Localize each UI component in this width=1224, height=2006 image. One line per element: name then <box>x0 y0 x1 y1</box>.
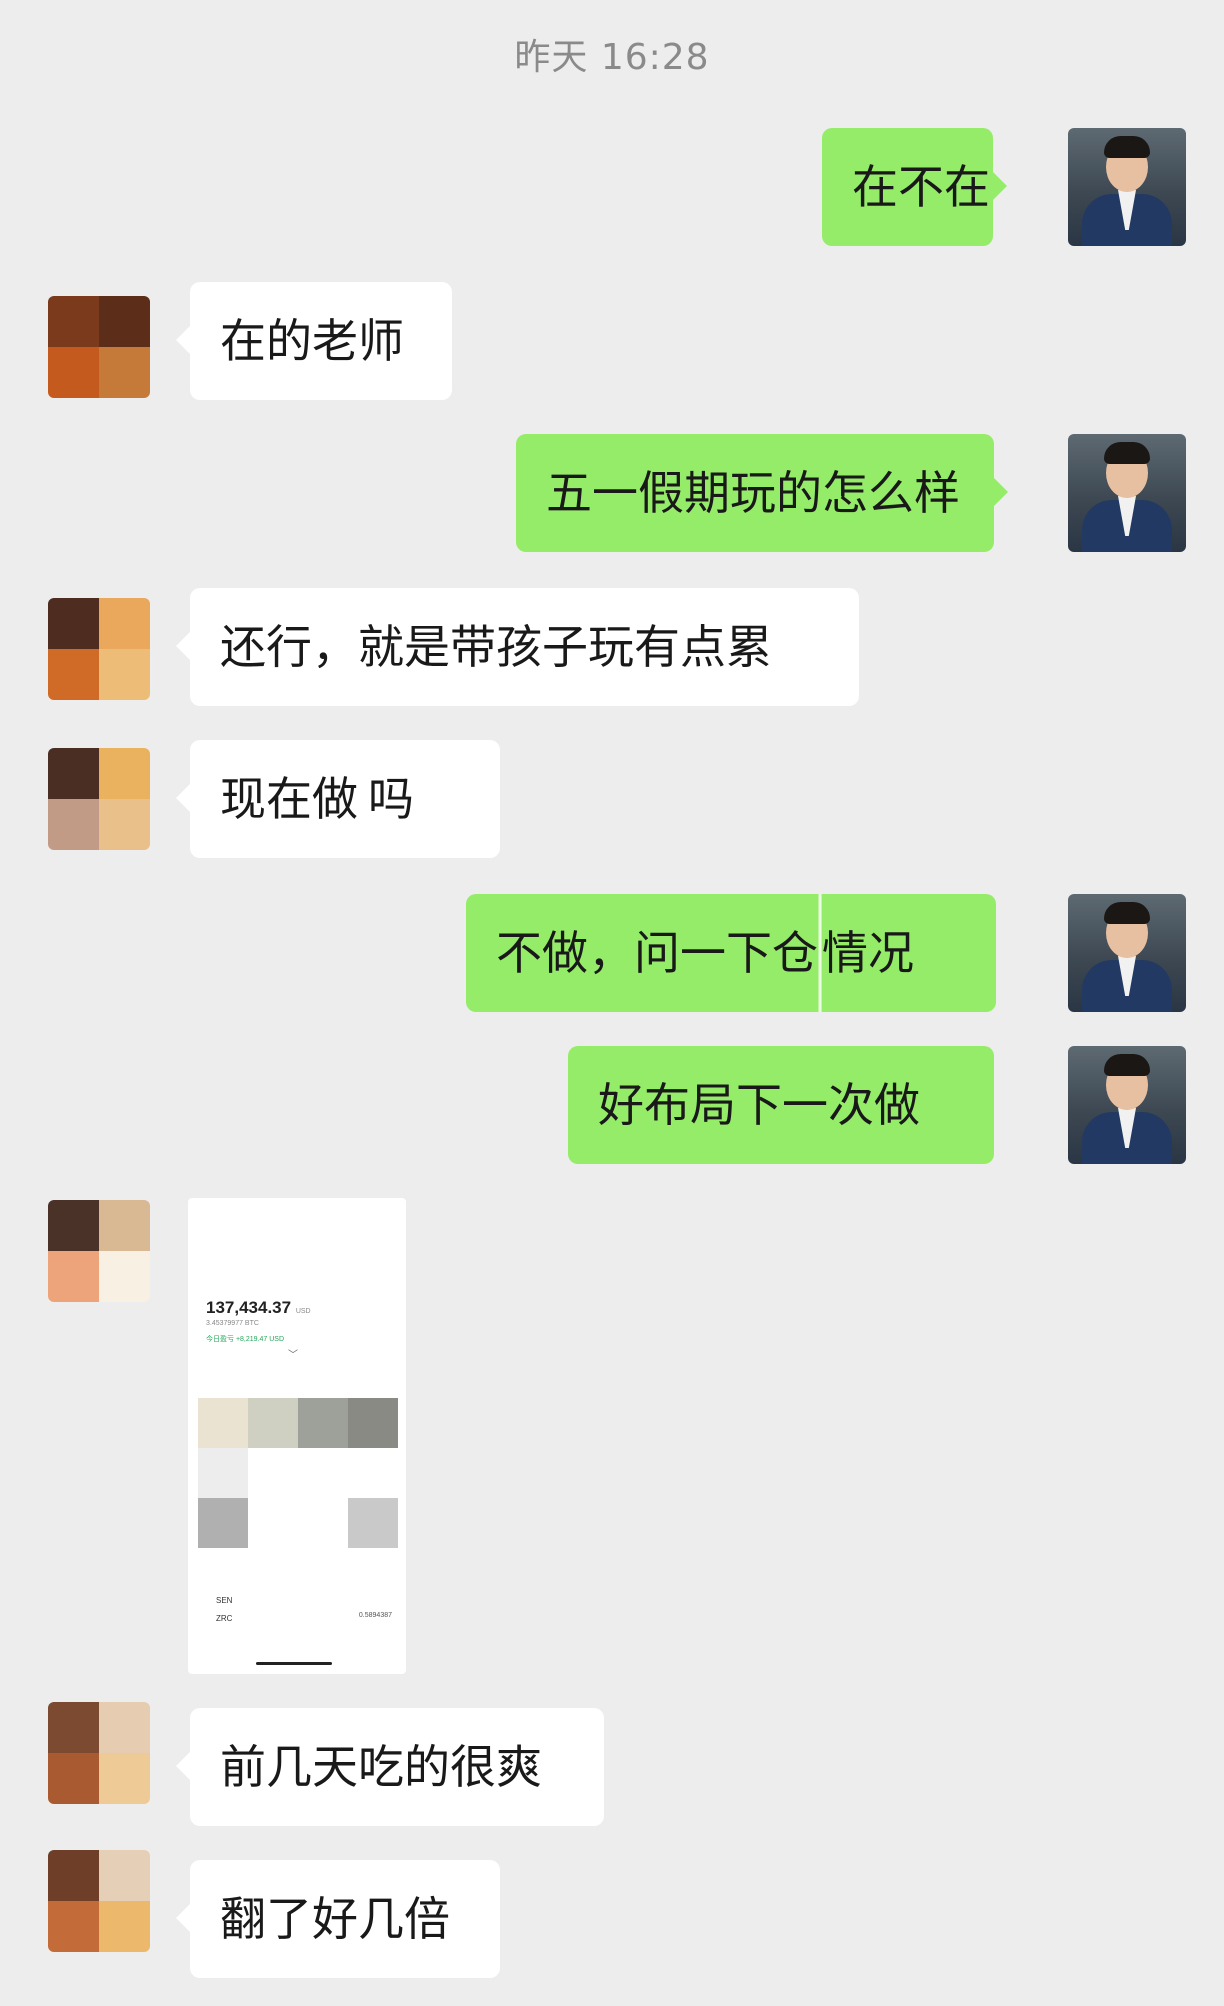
message-text: 五一假期玩的怎么样 <box>546 466 960 520</box>
pixelated-region <box>198 1398 398 1598</box>
contact-avatar[interactable] <box>48 1702 150 1804</box>
message-bubble-contact[interactable]: 翻了好几倍 <box>176 1860 500 1978</box>
message-bubble-me[interactable]: 好布局下一次做 <box>568 1046 994 1164</box>
message-text: 在的老师 <box>220 314 404 368</box>
message-bubble-contact[interactable]: 前几天吃的很爽 <box>176 1708 604 1826</box>
message-text: 现在做 <box>220 772 358 826</box>
contact-avatar[interactable] <box>48 748 150 850</box>
balance-btc: 3.45379977 BTC <box>206 1320 259 1327</box>
coin-value: 0.5894387 <box>358 1612 392 1619</box>
timestamp: 昨天 16:28 <box>514 37 710 78</box>
message-bubble-me[interactable]: 不做，问一下仓 情况 <box>466 894 996 1012</box>
contact-avatar[interactable] <box>48 598 150 700</box>
blurred-region <box>358 740 368 858</box>
message-bubble-contact[interactable]: 现在做 吗 <box>176 740 500 858</box>
message-bubble-contact[interactable]: 在的老师 <box>176 282 452 400</box>
message-text: 前几天吃的很爽 <box>220 1740 542 1794</box>
message-bubble-me[interactable]: 在不在 <box>822 128 1007 246</box>
my-avatar[interactable] <box>1068 894 1186 1012</box>
message-text: 情况 <box>822 926 914 980</box>
image-message[interactable]: 137,434.37 USD 3.45379977 BTC 今日盈亏 +8,21… <box>188 1198 406 1674</box>
my-avatar[interactable] <box>1068 1046 1186 1164</box>
my-avatar[interactable] <box>1068 434 1186 552</box>
contact-avatar[interactable] <box>48 1200 150 1302</box>
coin-name: ZRC <box>216 1614 233 1623</box>
coin-name: SEN <box>216 1596 233 1605</box>
message-bubble-contact[interactable]: 还行，就是带孩子玩有点累 <box>176 588 859 706</box>
message-text: 吗 <box>368 772 414 826</box>
contact-avatar[interactable] <box>48 1850 150 1952</box>
message-text: 好布局下一次做 <box>598 1078 920 1132</box>
my-avatar[interactable] <box>1068 128 1186 246</box>
message-text: 还行，就是带孩子玩有点累 <box>220 620 772 674</box>
chevron-down-icon: ﹀ <box>288 1350 298 1361</box>
message-text: 翻了好几倍 <box>220 1892 450 1946</box>
contact-avatar[interactable] <box>48 296 150 398</box>
today-gain: 今日盈亏 +8,219.47 USD <box>206 1336 285 1343</box>
message-bubble-me[interactable]: 五一假期玩的怎么样 <box>516 434 1008 552</box>
balance-total: 137,434.37 USD <box>206 1298 311 1317</box>
message-text: 在不在 <box>852 160 990 214</box>
message-text: 不做，问一下仓 <box>496 926 818 980</box>
home-indicator <box>256 1662 332 1665</box>
